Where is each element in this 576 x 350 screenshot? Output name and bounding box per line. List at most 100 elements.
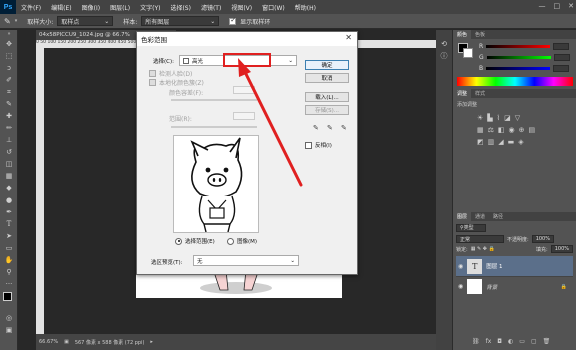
crop-tool-icon[interactable]: ⌗	[0, 86, 18, 98]
adjustment-layer-icon[interactable]: ◐	[508, 338, 513, 345]
gradient-tool-icon[interactable]: ▦	[0, 170, 18, 182]
eyedropper-tool-icon[interactable]: ✎	[4, 17, 11, 26]
menu-help[interactable]: 帮助(H)	[290, 3, 321, 12]
eyedropper-plus-icon[interactable]: ✎	[327, 124, 333, 132]
menu-filter[interactable]: 滤镜(T)	[196, 3, 226, 12]
posterize-icon[interactable]: ▥	[488, 138, 495, 146]
tab-swatches[interactable]: 色板	[471, 30, 489, 39]
cancel-button[interactable]: 取消	[305, 73, 349, 83]
trash-icon[interactable]: 🗑	[543, 338, 551, 345]
layer-row[interactable]: ◉ 背景 🔒	[456, 276, 573, 296]
tab-layers[interactable]: 图层	[453, 212, 472, 221]
photo-filter-icon[interactable]: ◉	[509, 126, 515, 134]
blend-mode-select[interactable]: 正常	[456, 235, 504, 243]
menu-window[interactable]: 窗口(W)	[257, 3, 290, 12]
menu-layer[interactable]: 图层(L)	[105, 3, 135, 12]
type-tool-icon[interactable]: T	[0, 218, 18, 230]
load-button[interactable]: 载入(L)...	[305, 92, 349, 102]
layer-row[interactable]: ◉ T 图层 1	[456, 256, 573, 276]
tab-paths[interactable]: 路径	[489, 212, 507, 221]
move-tool-icon[interactable]: ✥	[0, 38, 18, 50]
tab-color[interactable]: 颜色	[453, 30, 472, 39]
opacity-input[interactable]: 100%	[531, 235, 554, 243]
eyedropper-minus-icon[interactable]: ✎	[341, 124, 347, 132]
menu-select[interactable]: 选择(S)	[165, 3, 196, 12]
add-mask-icon[interactable]: ◘	[497, 338, 502, 345]
radio-image[interactable]	[227, 237, 234, 245]
r-slider[interactable]	[486, 45, 551, 48]
lasso-tool-icon[interactable]: ↄ	[0, 62, 18, 74]
dodge-tool-icon[interactable]: ●	[0, 194, 18, 206]
selective-color-icon[interactable]: ◈	[518, 138, 523, 146]
eraser-tool-icon[interactable]: ◫	[0, 158, 18, 170]
color-spectrum[interactable]	[457, 77, 573, 86]
preview-dropdown[interactable]: 无 ⌄	[193, 255, 299, 266]
layer-kind-filter[interactable]: ⚲ 类型	[456, 223, 486, 232]
history-brush-icon[interactable]: ↺	[0, 146, 18, 158]
shape-tool-icon[interactable]: ▭	[0, 242, 18, 254]
g-slider[interactable]	[486, 56, 551, 59]
b-value[interactable]	[553, 65, 570, 72]
healing-brush-icon[interactable]: ✚	[0, 110, 18, 122]
color-swatches[interactable]	[0, 290, 17, 312]
new-layer-icon[interactable]: ▢	[531, 338, 537, 345]
r-value[interactable]	[553, 43, 570, 50]
eyedropper-icon[interactable]: ✎	[313, 124, 319, 132]
brush-tool-icon[interactable]: ✏	[0, 122, 18, 134]
menu-image[interactable]: 图像(I)	[77, 3, 105, 12]
fuzziness-slider[interactable]	[171, 99, 257, 101]
tab-channels[interactable]: 通道	[471, 212, 489, 221]
lock-icons[interactable]: ▦ ✎ ✥ 🔒	[471, 246, 495, 252]
range-slider[interactable]	[171, 126, 257, 128]
history-panel-icon[interactable]: ⟲	[436, 38, 452, 50]
menu-type[interactable]: 文字(Y)	[135, 3, 165, 12]
close-button[interactable]: ✕	[568, 2, 574, 10]
marquee-tool-icon[interactable]: ⬚	[0, 50, 18, 62]
visibility-eye-icon[interactable]: ◉	[458, 263, 463, 270]
blur-tool-icon[interactable]: ◆	[0, 182, 18, 194]
menu-view[interactable]: 视图(V)	[226, 3, 257, 12]
sample-select[interactable]: 所有图层 ⌄	[141, 16, 220, 26]
gradient-map-icon[interactable]: ▬	[508, 138, 515, 146]
color-lookup-icon[interactable]: ▤	[529, 126, 536, 134]
detect-faces-checkbox[interactable]	[149, 70, 156, 77]
path-select-icon[interactable]: ➤	[0, 230, 18, 242]
menu-file[interactable]: 文件(F)	[16, 3, 46, 12]
sample-size-select[interactable]: 取样点 ⌄	[57, 16, 114, 26]
bg-color-preview[interactable]	[463, 48, 473, 58]
maximize-button[interactable]: □	[554, 2, 561, 10]
tab-styles[interactable]: 样式	[471, 89, 489, 98]
foreground-color-swatch[interactable]	[3, 292, 12, 301]
curves-icon[interactable]: ⌇	[497, 114, 500, 122]
pen-tool-icon[interactable]: ✒	[0, 206, 18, 218]
fuzziness-field[interactable]	[233, 86, 255, 94]
properties-panel-icon[interactable]: ⓘ	[436, 50, 452, 62]
localized-checkbox[interactable]	[149, 79, 156, 86]
group-icon[interactable]: ▭	[519, 338, 525, 345]
fill-input[interactable]: 100%	[550, 245, 573, 253]
levels-icon[interactable]: ▙	[487, 114, 492, 122]
more-tools-icon[interactable]: ···	[0, 278, 18, 290]
quick-mask-icon[interactable]: ◎	[0, 312, 18, 324]
threshold-icon[interactable]: ◢	[498, 138, 503, 146]
fx-icon[interactable]: fx	[486, 338, 492, 345]
tool-preset-dropdown-icon[interactable]: ▾	[15, 18, 18, 24]
clone-stamp-icon[interactable]: ⊥	[0, 134, 18, 146]
brightness-icon[interactable]: ☀	[477, 114, 483, 122]
radio-selection[interactable]	[175, 237, 182, 245]
save-button[interactable]: 存储(S)...	[305, 105, 349, 115]
range-field[interactable]	[233, 112, 255, 120]
close-icon[interactable]: ✕	[345, 33, 352, 42]
status-arrow-icon[interactable]: ▸	[150, 339, 153, 345]
visibility-eye-icon[interactable]: ◉	[458, 283, 463, 290]
dialog-titlebar[interactable]: 色彩范围 ✕	[137, 32, 357, 46]
eyedropper-tool-icon[interactable]: ✎	[0, 98, 18, 110]
b-slider[interactable]	[486, 67, 551, 70]
collapse-icon[interactable]: »	[0, 30, 18, 38]
ok-button[interactable]: 确定	[305, 60, 349, 70]
exposure-icon[interactable]: ◪	[504, 114, 511, 122]
hand-tool-icon[interactable]: ✋	[0, 254, 18, 266]
vibrance-icon[interactable]: ▽	[515, 114, 520, 122]
quick-select-tool-icon[interactable]: ✐	[0, 74, 18, 86]
channel-mixer-icon[interactable]: ⊕	[519, 126, 525, 134]
